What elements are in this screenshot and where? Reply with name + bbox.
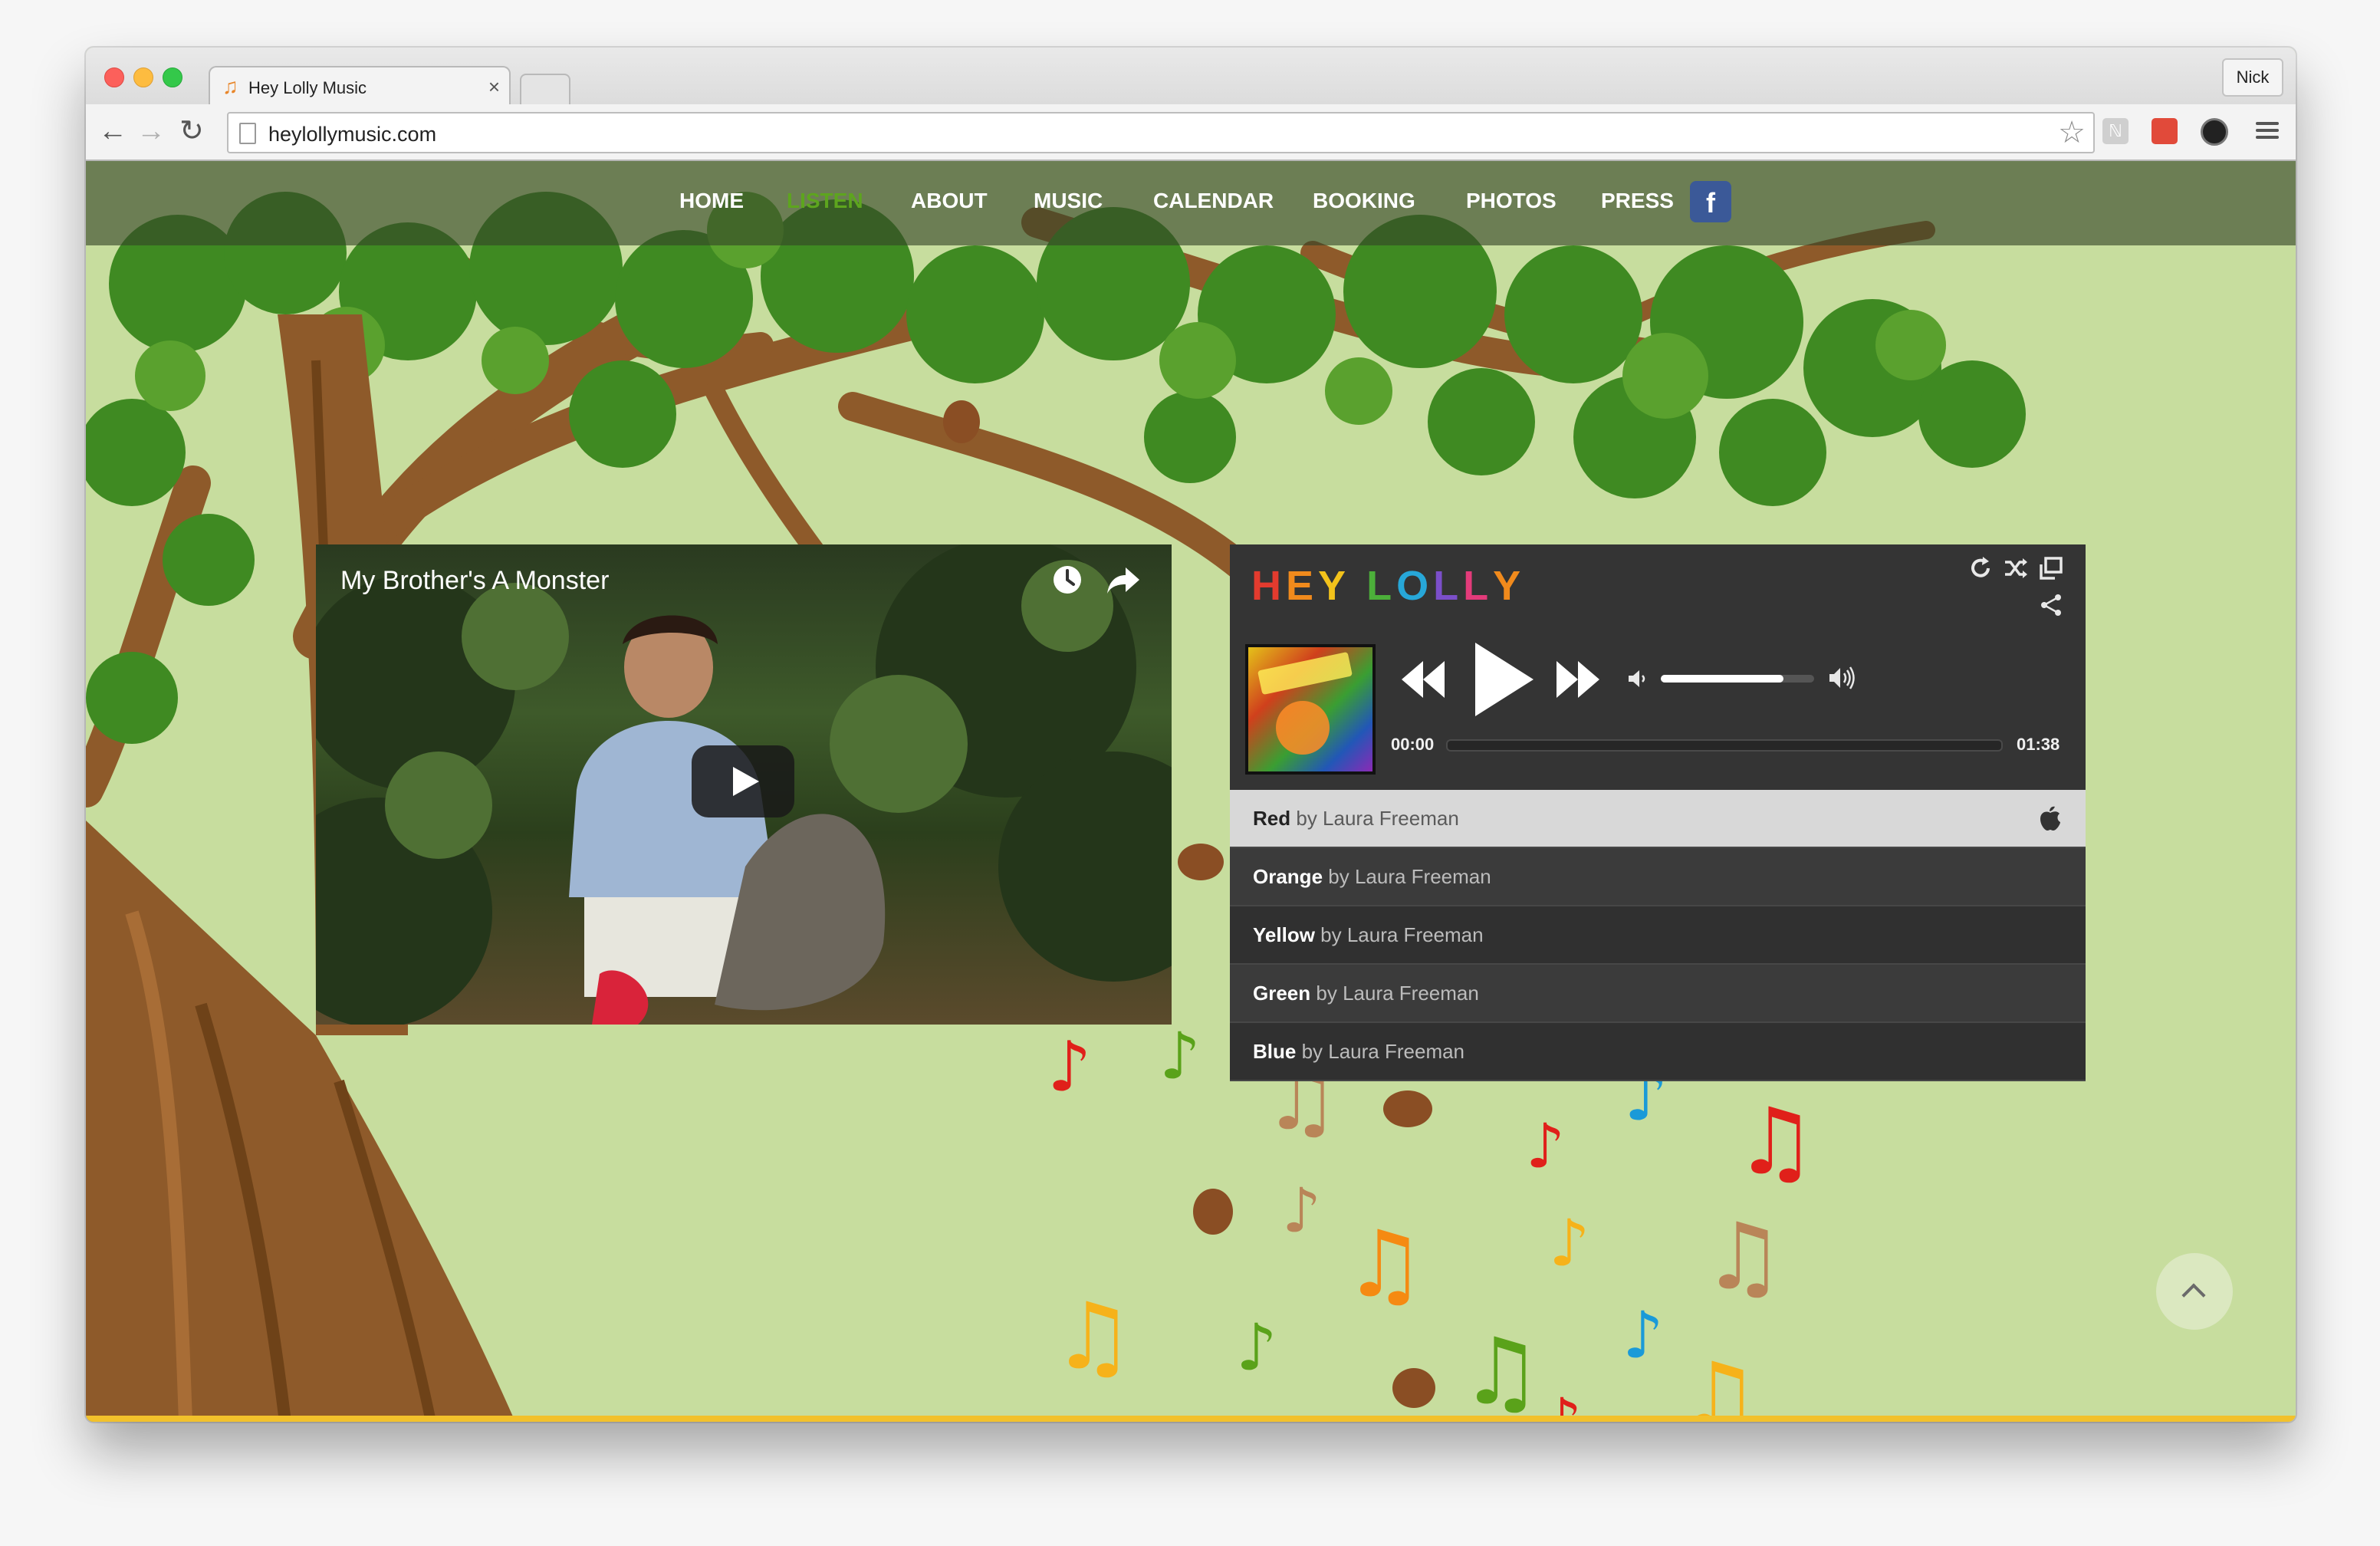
svg-text:♫: ♫ bbox=[1678, 1344, 1760, 1422]
extension-badge-icon[interactable] bbox=[2152, 118, 2178, 144]
music-player: HEY LOLLY 00:00 01:38 Red by Laura Freem… bbox=[1230, 544, 2086, 1081]
tab-title: Hey Lolly Music bbox=[248, 78, 367, 97]
rewind-icon[interactable] bbox=[1400, 656, 1446, 702]
total-time: 01:38 bbox=[2017, 735, 2060, 754]
popout-icon[interactable] bbox=[2038, 555, 2064, 581]
tab-close-icon[interactable]: × bbox=[488, 75, 500, 98]
volume-low-icon[interactable] bbox=[1626, 667, 1649, 690]
track-title: Green bbox=[1253, 982, 1311, 1005]
url-text: heylollymusic.com bbox=[268, 123, 437, 146]
new-tab-button[interactable] bbox=[520, 74, 570, 104]
logo-letter: L bbox=[1463, 563, 1494, 609]
close-window-button[interactable] bbox=[104, 67, 124, 87]
nav-photos[interactable]: PHOTOS bbox=[1466, 189, 1557, 213]
browser-tab[interactable]: ♫ Hey Lolly Music × bbox=[209, 66, 511, 107]
svg-text:♫: ♫ bbox=[1052, 1284, 1135, 1390]
logo-letter: Y bbox=[1493, 563, 1526, 609]
track-yellow[interactable]: Yellow by Laura Freeman bbox=[1230, 906, 2086, 965]
svg-text:♪: ♪ bbox=[1622, 1298, 1664, 1373]
reload-icon[interactable]: ↻ bbox=[179, 115, 204, 147]
volume-high-icon[interactable] bbox=[1826, 664, 1857, 692]
album-art bbox=[1245, 644, 1376, 775]
music-note-favicon-icon: ♫ bbox=[222, 74, 238, 98]
video-play-button[interactable] bbox=[692, 745, 794, 817]
shuffle-icon[interactable] bbox=[2003, 555, 2029, 581]
bookmark-star-icon[interactable]: ☆ bbox=[2058, 117, 2086, 149]
svg-text:♪: ♪ bbox=[1047, 1027, 1091, 1107]
nav-about[interactable]: ABOUT bbox=[911, 189, 988, 213]
current-time: 00:00 bbox=[1391, 735, 1435, 754]
back-icon[interactable]: ← bbox=[98, 115, 127, 147]
address-bar[interactable]: heylollymusic.com ☆ bbox=[227, 112, 2095, 153]
track-green[interactable]: Green by Laura Freeman bbox=[1230, 965, 2086, 1023]
tab-strip: ♫ Hey Lolly Music × Nick bbox=[86, 48, 2296, 107]
video-title: My Brother's A Monster bbox=[340, 566, 610, 595]
video-embed[interactable]: My Brother's A Monster bbox=[316, 544, 1172, 1025]
logo-letter bbox=[1350, 563, 1366, 609]
track-title: Orange bbox=[1253, 865, 1323, 888]
svg-text:♫: ♫ bbox=[1702, 1204, 1785, 1311]
zoom-window-button[interactable] bbox=[163, 67, 182, 87]
nav-calendar[interactable]: CALENDAR bbox=[1153, 189, 1274, 213]
nav-music[interactable]: MUSIC bbox=[1034, 189, 1103, 213]
nav-press[interactable]: PRESS bbox=[1601, 189, 1674, 213]
nav-listen[interactable]: LISTEN bbox=[787, 189, 863, 213]
track-orange[interactable]: Orange by Laura Freeman bbox=[1230, 848, 2086, 906]
fast-forward-icon[interactable] bbox=[1555, 656, 1601, 702]
nav-booking[interactable]: BOOKING bbox=[1313, 189, 1415, 213]
share-icon[interactable] bbox=[2038, 592, 2064, 618]
video-share-icon[interactable] bbox=[1106, 564, 1141, 595]
browser-menu-icon[interactable] bbox=[2256, 118, 2279, 143]
logo-letter: L bbox=[1433, 563, 1464, 609]
playlist: Red by Laura Freeman Orange by Laura Fre… bbox=[1230, 790, 2086, 1081]
track-artist: by Laura Freeman bbox=[1328, 865, 1491, 888]
track-artist: by Laura Freeman bbox=[1316, 982, 1479, 1005]
svg-text:♪: ♪ bbox=[1282, 1175, 1321, 1246]
site-nav: HOME LISTEN ABOUT MUSIC CALENDAR BOOKING… bbox=[86, 161, 2296, 245]
logo-letter: O bbox=[1396, 563, 1434, 609]
volume-slider[interactable] bbox=[1661, 675, 1814, 683]
page-icon bbox=[239, 123, 256, 144]
browser-window: ♫ Hey Lolly Music × Nick ← → ↻ heylollym… bbox=[86, 48, 2296, 1422]
profile-button[interactable]: Nick bbox=[2222, 58, 2283, 97]
svg-text:♪: ♪ bbox=[1526, 1110, 1565, 1182]
apple-itunes-icon[interactable] bbox=[2038, 804, 2063, 831]
refresh-icon[interactable] bbox=[1967, 555, 1994, 581]
play-icon[interactable] bbox=[1472, 641, 1535, 718]
svg-text:♪: ♪ bbox=[1549, 1206, 1590, 1281]
svg-text:♫: ♫ bbox=[1734, 1089, 1817, 1196]
back-to-top-button[interactable] bbox=[2156, 1253, 2233, 1330]
web-page: ♪ ♪ ♫ ♪ ♪ ♫ ♪ ♫ ♪ ♫ ♫ ♪ ♫ ♪ ♫ ♪ HOME LIS… bbox=[86, 161, 2296, 1422]
track-title: Yellow bbox=[1253, 923, 1315, 946]
logo-letter: E bbox=[1286, 563, 1319, 609]
track-artist: by Laura Freeman bbox=[1301, 1040, 1465, 1063]
svg-text:♪: ♪ bbox=[1159, 1018, 1201, 1094]
logo-letter: H bbox=[1251, 563, 1286, 609]
logo-letter: L bbox=[1366, 563, 1397, 609]
facebook-icon[interactable]: f bbox=[1690, 181, 1731, 222]
browser-toolbar: ← → ↻ heylollymusic.com ☆ ℕ bbox=[86, 104, 2296, 161]
logo-letter: Y bbox=[1318, 563, 1351, 609]
track-red[interactable]: Red by Laura Freeman bbox=[1230, 790, 2086, 848]
nav-home[interactable]: HOME bbox=[679, 189, 744, 213]
track-title: Red bbox=[1253, 807, 1291, 830]
minimize-window-button[interactable] bbox=[133, 67, 153, 87]
svg-text:♫: ♫ bbox=[1343, 1212, 1426, 1318]
hey-lolly-logo: HEY LOLLY bbox=[1251, 563, 1525, 609]
svg-text:♫: ♫ bbox=[1460, 1319, 1543, 1422]
extension-camera-icon[interactable] bbox=[2201, 118, 2228, 146]
track-artist: by Laura Freeman bbox=[1320, 923, 1484, 946]
track-title: Blue bbox=[1253, 1040, 1297, 1063]
seek-bar[interactable] bbox=[1446, 739, 2003, 752]
footer-accent-bar bbox=[86, 1416, 2296, 1422]
forward-icon[interactable]: → bbox=[136, 115, 166, 147]
extension-icon[interactable]: ℕ bbox=[2102, 118, 2129, 144]
svg-text:♪: ♪ bbox=[1236, 1310, 1277, 1385]
track-blue[interactable]: Blue by Laura Freeman bbox=[1230, 1023, 2086, 1081]
track-artist: by Laura Freeman bbox=[1296, 807, 1459, 830]
volume-slider-fill bbox=[1661, 675, 1783, 683]
watch-later-icon[interactable] bbox=[1052, 564, 1083, 595]
